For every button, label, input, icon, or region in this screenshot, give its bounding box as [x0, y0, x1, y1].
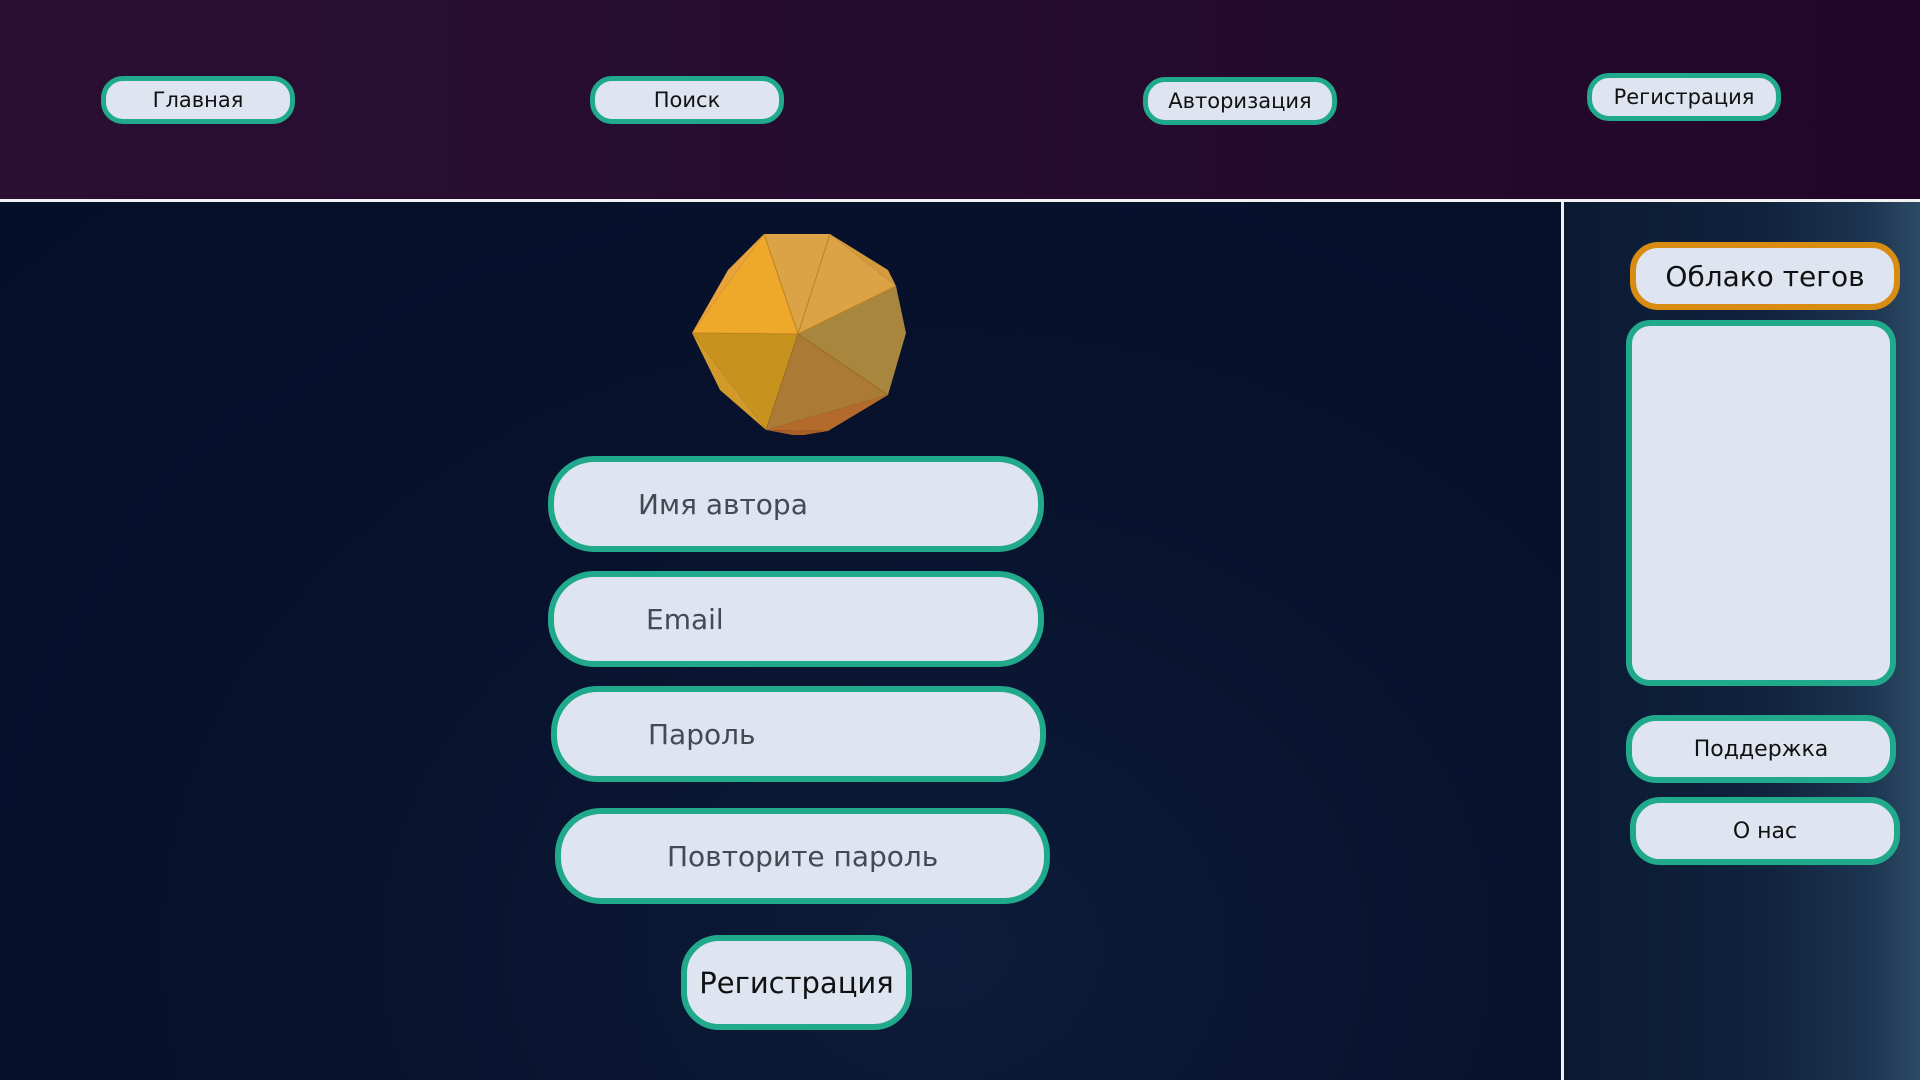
repeat-password-field[interactable]: Повторите пароль — [555, 808, 1050, 904]
register-submit-button[interactable]: Регистрация — [681, 935, 912, 1030]
nav-register-button[interactable]: Регистрация — [1587, 73, 1781, 121]
password-field[interactable]: Пароль — [551, 686, 1046, 782]
nav-home-button[interactable]: Главная — [101, 76, 295, 124]
repeat-password-placeholder: Повторите пароль — [667, 839, 939, 873]
author-name-placeholder: Имя автора — [638, 487, 808, 521]
top-header: Главная Поиск Авторизация Регистрация — [0, 0, 1920, 199]
about-button[interactable]: О нас — [1630, 797, 1900, 865]
email-field[interactable]: Email — [548, 571, 1044, 667]
password-placeholder: Пароль — [648, 717, 756, 751]
author-name-field[interactable]: Имя автора — [548, 456, 1044, 552]
polyhedron-logo-icon — [691, 233, 906, 435]
tag-cloud-title: Облако тегов — [1630, 242, 1900, 310]
support-button[interactable]: Поддержка — [1626, 715, 1896, 783]
tag-cloud-panel — [1626, 320, 1896, 686]
nav-login-button[interactable]: Авторизация — [1143, 77, 1337, 125]
email-placeholder: Email — [646, 602, 724, 636]
nav-search-button[interactable]: Поиск — [590, 76, 784, 124]
